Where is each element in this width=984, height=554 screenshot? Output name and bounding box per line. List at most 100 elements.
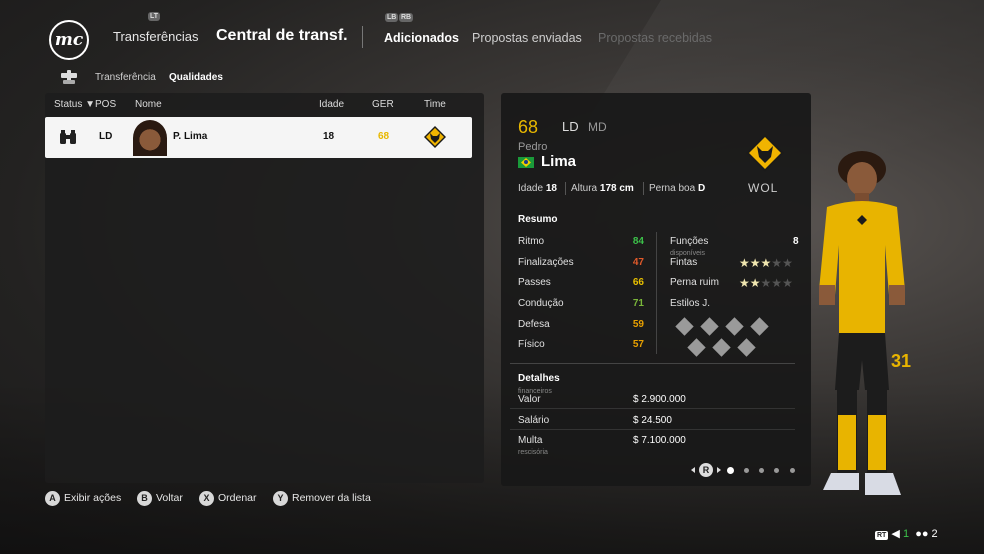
lt-button-hint: LT	[148, 12, 161, 21]
roles-label: Funções	[670, 236, 709, 247]
player-first-name: Pedro	[518, 141, 548, 153]
star-icon: ★	[782, 256, 793, 270]
skill-moves-stars: ★★★★★	[739, 256, 793, 270]
tab-sent-offers[interactable]: Propostas enviadas	[472, 31, 582, 45]
row-divider	[510, 408, 795, 409]
section-divider	[510, 363, 795, 364]
stat-label: Físico	[518, 339, 545, 350]
page-dot-active[interactable]	[727, 467, 734, 474]
player-render: 31	[819, 151, 911, 495]
wolves-crest-large-icon	[746, 134, 784, 172]
nav-divider	[362, 26, 363, 48]
playstyles-label: Estilos J.	[670, 298, 711, 309]
svg-text:R: R	[703, 465, 710, 475]
player-last-name: Lima	[541, 153, 577, 170]
subnav-qualities[interactable]: Qualidades	[169, 72, 223, 83]
stat-label: Defesa	[518, 319, 550, 330]
salary-label: Salário	[518, 415, 550, 426]
star-icon: ★	[749, 256, 761, 270]
page-dot[interactable]	[759, 468, 764, 473]
value-label: Valor	[518, 394, 541, 405]
nav-transfers[interactable]: Transferências	[113, 29, 199, 44]
row-ger: 68	[378, 131, 390, 142]
table-row[interactable]: LD P. Lima 18 68	[45, 117, 472, 158]
a-button-icon: A	[45, 491, 60, 506]
release-clause-label: Multa	[518, 435, 543, 446]
voice-count: 1	[902, 528, 910, 540]
tab-added[interactable]: Adicionados	[384, 31, 459, 45]
y-button-icon: Y	[273, 491, 288, 506]
lb-button-hint: LB	[385, 13, 399, 22]
stat-value: 59	[632, 319, 644, 330]
stat-value: 66	[632, 277, 644, 288]
back-button[interactable]: B Voltar	[137, 491, 183, 506]
binoculars-icon	[60, 130, 76, 144]
remove-from-list-button[interactable]: Y Remover da lista	[273, 491, 371, 506]
nav-central-title: Central de transf.	[216, 27, 348, 44]
salary-amount: $ 24.500	[633, 415, 672, 426]
value-amount: $ 2.900.000	[633, 394, 686, 405]
player-avatar	[133, 120, 167, 156]
subnav-transfer[interactable]: Transferência	[95, 72, 156, 83]
wolves-crest-icon	[424, 126, 446, 148]
bio-separator	[565, 182, 566, 195]
star-icon: ★	[760, 276, 772, 290]
bio-age: Idade 18	[518, 183, 557, 194]
show-actions-button[interactable]: A Exibir ações	[45, 491, 121, 506]
x-button-icon: X	[199, 491, 214, 506]
stat-value: 47	[632, 257, 644, 268]
rb-button-hint: RB	[399, 13, 414, 22]
column-pos[interactable]: POS	[95, 99, 116, 110]
row-name: P. Lima	[173, 131, 208, 142]
b-button-icon: B	[137, 491, 152, 506]
weak-foot-label: Perna ruim	[670, 277, 719, 288]
page-dot[interactable]	[744, 468, 749, 473]
column-ger[interactable]: GER	[372, 99, 394, 110]
status-bar: RT ◀ 1 ●● 2	[875, 527, 938, 540]
roles-sublabel: disponíveis	[670, 250, 706, 257]
mc-logo: mc	[49, 20, 89, 60]
stat-value: 71	[632, 298, 644, 309]
rt-button-hint: RT	[875, 531, 889, 540]
column-team[interactable]: Time	[424, 99, 446, 110]
pager-r-button[interactable]: R	[690, 462, 722, 478]
financial-title: Detalhes	[518, 373, 560, 384]
stat-label: Ritmo	[518, 236, 545, 247]
brazil-flag-icon	[518, 157, 534, 168]
player-count: 2	[931, 528, 938, 540]
page-dot[interactable]	[774, 468, 779, 473]
speaker-icon: ◀	[891, 528, 900, 540]
skill-moves-label: Fintas	[670, 257, 698, 268]
weak-foot-stars: ★★★★★	[739, 276, 793, 290]
stat-value: 84	[632, 236, 644, 247]
bio-foot: Perna boa D	[649, 183, 706, 194]
release-clause-sublabel: rescisória	[518, 449, 548, 456]
stat-label: Condução	[518, 298, 564, 309]
star-icon: ★	[739, 256, 750, 270]
roles-value: 8	[793, 236, 799, 247]
stats-divider	[656, 232, 657, 354]
page-dot[interactable]	[790, 468, 795, 473]
row-pos: LD	[99, 131, 113, 142]
overall-rating: 68	[518, 117, 539, 137]
row-age: 18	[323, 131, 335, 142]
column-age[interactable]: Idade	[319, 99, 344, 110]
stat-value: 57	[632, 339, 644, 350]
tab-received-offers[interactable]: Propostas recebidas	[598, 31, 712, 45]
summary-title: Resumo	[518, 214, 558, 225]
transfer-type-icon	[61, 70, 77, 84]
row-divider	[510, 429, 795, 430]
star-icon: ★	[749, 276, 761, 290]
svg-text:31: 31	[891, 351, 911, 371]
column-name[interactable]: Nome	[135, 99, 162, 110]
release-clause-amount: $ 7.100.000	[633, 435, 686, 446]
column-status[interactable]: Status ▼	[54, 99, 95, 110]
star-icon: ★	[771, 276, 783, 290]
alt-position: MD	[588, 120, 607, 134]
bio-separator	[643, 182, 644, 195]
sort-button[interactable]: X Ordenar	[199, 491, 257, 506]
people-icon: ●●	[915, 528, 929, 540]
bio-height: Altura 178 cm	[571, 183, 634, 194]
star-icon: ★	[771, 256, 783, 270]
club-code: WOL	[748, 181, 779, 195]
